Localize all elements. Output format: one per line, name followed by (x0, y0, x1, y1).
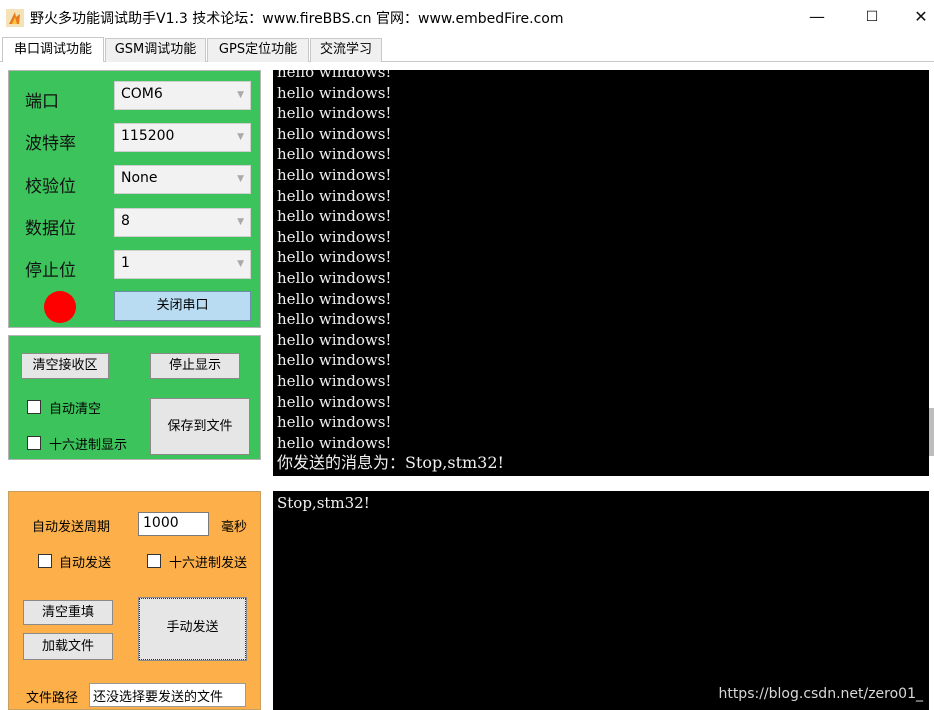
tab-strip: 串口调试功能 GSM调试功能 GPS定位功能 交流学习 (0, 37, 934, 62)
chevron-down-icon: ▼ (237, 132, 244, 142)
hex-display-label: 十六进制显示 (49, 438, 128, 453)
receive-line: 你发送的消息为：Stop,stm32! (277, 453, 504, 473)
auto-clear-checkbox[interactable] (27, 400, 41, 414)
receive-text-area[interactable]: hello windows! hello windows! hello window… (273, 70, 929, 476)
clear-receive-button[interactable]: 清空接收区 (21, 353, 109, 379)
hex-send-checkbox[interactable] (147, 554, 161, 568)
receive-controls-panel: 清空接收区 停止显示 自动清空 十六进制显示 保存到文件 (8, 335, 261, 460)
receive-line: hello windows! (277, 268, 392, 287)
send-period-input[interactable]: 1000 (138, 512, 209, 536)
receive-lines: hello windows! hello windows! hello window… (277, 70, 504, 476)
receive-line: hello windows! (277, 433, 392, 452)
auto-clear-label: 自动清空 (49, 402, 102, 417)
databits-label: 数据位 (25, 219, 76, 239)
tab-gsm-debug[interactable]: GSM调试功能 (105, 38, 206, 62)
close-button[interactable]: ✕ (906, 4, 934, 30)
fire-logo-icon (6, 9, 24, 27)
send-controls-panel: 自动发送周期 1000 毫秒 自动发送 十六进制发送 清空重填 加载文件 手动发… (8, 491, 261, 710)
hex-send-label: 十六进制发送 (169, 556, 248, 571)
close-port-button[interactable]: 关闭串口 (114, 291, 251, 321)
send-period-value: 1000 (143, 515, 179, 531)
chevron-down-icon: ▼ (237, 217, 244, 227)
send-text: Stop,stm32! (277, 494, 370, 512)
port-select[interactable]: COM6 ▼ (114, 81, 251, 110)
stopbits-value: 1 (121, 255, 130, 271)
parity-value: None (121, 170, 158, 186)
chevron-down-icon: ▼ (237, 90, 244, 100)
baud-label: 波特率 (25, 134, 76, 154)
save-to-file-button[interactable]: 保存到文件 (150, 398, 250, 455)
receive-line: hello windows! (277, 165, 392, 184)
port-label: 端口 (25, 92, 59, 112)
stopbits-label: 停止位 (25, 261, 76, 281)
receive-line: hello windows! (277, 289, 392, 308)
parity-select[interactable]: None ▼ (114, 165, 251, 194)
port-value: COM6 (121, 86, 163, 102)
window-title: 野火多功能调试助手V1.3 技术论坛：www.fireBBS.cn 官网：www… (30, 11, 564, 27)
receive-line: hello windows! (277, 371, 392, 390)
tab-serial-debug[interactable]: 串口调试功能 (2, 37, 104, 62)
tab-community[interactable]: 交流学习 (310, 38, 382, 62)
file-path-value: 还没选择要发送的文件 (93, 690, 224, 705)
receive-line: hello windows! (277, 186, 392, 205)
receive-line: hello windows! (277, 310, 392, 329)
period-unit-label: 毫秒 (221, 520, 248, 535)
databits-select[interactable]: 8 ▼ (114, 208, 251, 237)
load-file-button[interactable]: 加载文件 (23, 633, 113, 660)
file-path-label: 文件路径 (26, 691, 79, 706)
send-text-area[interactable]: Stop,stm32! https://blog.csdn.net/zero01… (273, 491, 929, 710)
auto-send-label: 自动发送 (59, 556, 112, 571)
receive-line: hello windows! (277, 248, 392, 267)
chevron-down-icon: ▼ (237, 174, 244, 184)
send-period-label: 自动发送周期 (32, 520, 111, 535)
watermark: https://blog.csdn.net/zero01_ (718, 686, 923, 702)
databits-value: 8 (121, 213, 130, 229)
file-path-field[interactable]: 还没选择要发送的文件 (89, 683, 246, 707)
minimize-button[interactable]: — (797, 4, 837, 30)
receive-line: hello windows! (277, 70, 392, 81)
receive-line: hello windows! (277, 104, 392, 123)
receive-line: hello windows! (277, 413, 392, 432)
receive-line: hello windows! (277, 351, 392, 370)
receive-line (277, 474, 504, 476)
serial-config-panel: 端口 COM6 ▼ 波特率 115200 ▼ 校验位 None ▼ 数据位 8 … (8, 70, 261, 328)
receive-line: hello windows! (277, 227, 392, 246)
receive-line: hello windows! (277, 83, 392, 102)
receive-line: hello windows! (277, 392, 392, 411)
stop-display-button[interactable]: 停止显示 (150, 353, 240, 379)
maximize-button[interactable]: ☐ (852, 4, 892, 30)
receive-line: hello windows! (277, 124, 392, 143)
stopbits-select[interactable]: 1 ▼ (114, 250, 251, 279)
baud-select[interactable]: 115200 ▼ (114, 123, 251, 152)
receive-line: hello windows! (277, 207, 392, 226)
auto-send-checkbox[interactable] (38, 554, 52, 568)
title-bar: 野火多功能调试助手V1.3 技术论坛：www.fireBBS.cn 官网：www… (0, 0, 934, 34)
baud-value: 115200 (121, 128, 175, 144)
hex-display-checkbox[interactable] (27, 436, 41, 450)
receive-scrollbar-thumb[interactable] (929, 408, 934, 456)
tab-gps-location[interactable]: GPS定位功能 (207, 38, 309, 62)
receive-line: hello windows! (277, 145, 392, 164)
manual-send-button[interactable]: 手动发送 (138, 597, 247, 661)
port-status-indicator (44, 291, 76, 323)
parity-label: 校验位 (25, 177, 76, 197)
receive-line: hello windows! (277, 330, 392, 349)
chevron-down-icon: ▼ (237, 259, 244, 269)
clear-refill-button[interactable]: 清空重填 (23, 600, 113, 625)
